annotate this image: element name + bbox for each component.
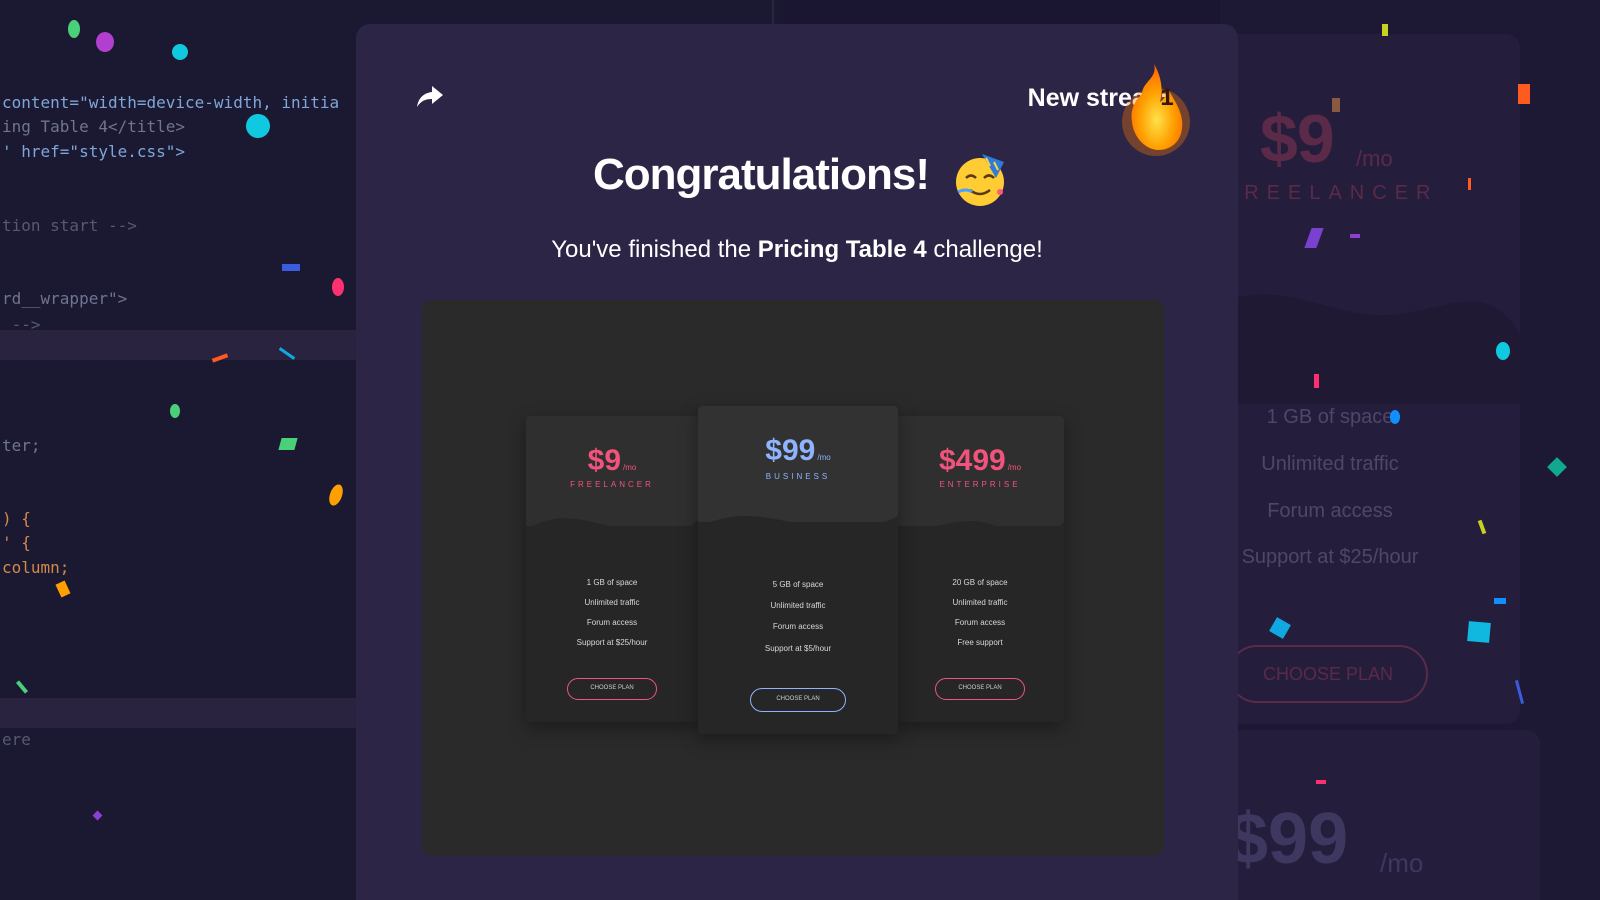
code-line: --> [2, 315, 41, 334]
code-line: rd__wrapper"> [2, 289, 128, 308]
choose-plan-button: CHOOSE PLAN [567, 678, 657, 700]
preview-feature: Unlimited traffic [1261, 453, 1399, 475]
confetti-piece [1314, 374, 1319, 388]
confetti-piece [1468, 178, 1471, 190]
challenge-complete-modal: New streak: 1 Congratulations! You've fi… [356, 24, 1238, 900]
card-price: $9/mo [526, 444, 698, 478]
share-icon[interactable] [414, 80, 446, 112]
card-feature: Free support [957, 638, 1003, 647]
pricing-card-freelancer: $9/mo FREELANCER 1 GB of space Unlimited… [526, 416, 698, 722]
subtitle-prefix: You've finished the [551, 236, 758, 263]
card-price: $99/mo [698, 434, 898, 468]
card-price: $499/mo [896, 444, 1064, 478]
code-line: ) { [2, 509, 31, 528]
pricing-card-enterprise: $499/mo ENTERPRISE 20 GB of space Unlimi… [896, 416, 1064, 722]
pricing-card-business: $99/mo BUSINESS 5 GB of space Unlimited … [698, 406, 898, 734]
card-price-amount: $9 [587, 444, 622, 477]
card-feature: 5 GB of space [772, 580, 824, 589]
wave-decoration [896, 521, 1064, 550]
card-feature: Unlimited traffic [770, 601, 826, 610]
confetti-piece [1390, 410, 1400, 424]
result-preview: $9 /mo FREELANCER 1 GB of space Unlimite… [1220, 0, 1600, 900]
card-feature: Forum access [586, 618, 638, 627]
confetti-piece [332, 278, 344, 296]
card-price-period: /mo [1007, 463, 1022, 472]
confetti-piece [1494, 598, 1506, 604]
card-plan-name: ENTERPRISE [939, 480, 1021, 489]
preview-price-2: $99 [1228, 799, 1349, 879]
confetti-piece [1518, 84, 1530, 104]
confetti-piece [282, 264, 300, 271]
card-feature: Forum access [772, 622, 824, 631]
card-feature: Support at $25/hour [576, 638, 648, 647]
card-feature: Forum access [954, 618, 1006, 627]
confetti-piece [1496, 342, 1510, 360]
confetti-piece [1467, 621, 1491, 643]
code-line: column; [2, 558, 70, 577]
card-feature: Support at $5/hour [764, 644, 832, 653]
wave-decoration [526, 518, 698, 550]
page-title: Congratulations! [356, 150, 1238, 200]
completion-message: You've finished the Pricing Table 4 chal… [356, 236, 1238, 264]
card-price-amount: $499 [938, 444, 1006, 477]
choose-plan-button: CHOOSE PLAN [750, 688, 846, 712]
choose-plan-button: CHOOSE PLAN [935, 678, 1025, 700]
wave-decoration [1220, 294, 1520, 404]
streak-count: 1 [1160, 84, 1174, 111]
confetti-piece [246, 114, 270, 138]
challenge-screenshot: $9/mo FREELANCER 1 GB of space Unlimited… [422, 300, 1164, 856]
confetti-piece [1350, 234, 1360, 238]
card-price-period: /mo [817, 453, 831, 462]
card-plan-name: BUSINESS [765, 472, 831, 481]
title-text: Congratulations! [593, 150, 930, 199]
subtitle-suffix: challenge! [926, 236, 1043, 263]
code-line: ' href="style.css"> [2, 142, 186, 161]
confetti-piece [68, 20, 80, 38]
preview-feature: Forum access [1267, 500, 1393, 522]
preview-feature: Support at $25/hour [1241, 546, 1419, 568]
confetti-piece [1332, 98, 1340, 112]
card-price-period: /mo [623, 463, 637, 472]
card-feature: 20 GB of space [952, 578, 1008, 587]
code-line: ' { [2, 533, 31, 552]
confetti-piece [172, 44, 188, 60]
confetti-piece [278, 438, 298, 450]
preview-plan-name: FREELANCER [1224, 182, 1439, 204]
card-feature: Unlimited traffic [952, 598, 1008, 607]
card-feature: Unlimited traffic [584, 598, 640, 607]
code-line: ing Table 4</title> [2, 117, 186, 136]
preview-price-period: /mo [1356, 146, 1393, 171]
code-line: ter; [2, 436, 41, 455]
preview-price: $9 [1260, 101, 1335, 177]
card-price-amount: $99 [765, 434, 816, 467]
confetti-piece [170, 404, 180, 418]
confetti-piece [1316, 780, 1326, 784]
code-line: ere [2, 730, 31, 749]
code-line: content="width=device-width, initia [2, 93, 340, 112]
confetti-piece [96, 32, 114, 52]
code-line: tion start --> [2, 216, 137, 235]
wave-decoration [698, 516, 898, 546]
card-feature: 1 GB of space [586, 578, 638, 587]
party-face-icon [956, 154, 1004, 206]
preview-feature: 1 GB of space [1266, 406, 1394, 428]
card-plan-name: FREELANCER [570, 480, 654, 489]
preview-choose-plan-button[interactable]: CHOOSE PLAN [1228, 645, 1428, 703]
confetti-piece [1382, 24, 1388, 36]
preview-price-period-2: /mo [1380, 848, 1424, 878]
challenge-name: Pricing Table 4 [757, 236, 927, 263]
